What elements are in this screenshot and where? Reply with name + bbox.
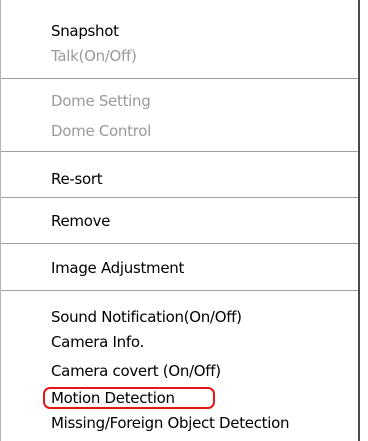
menu-item-re-sort[interactable]: Re-sort: [51, 167, 103, 191]
menu-item-dome-setting: Dome Setting: [51, 92, 151, 110]
menu-separator: [1, 151, 358, 152]
menu-item-motion-detection[interactable]: Motion Detection: [51, 386, 175, 410]
menu-item-image-adjustment[interactable]: Image Adjustment: [51, 256, 184, 280]
context-menu: Snapshot Talk(On/Off) Dome Setting Dome …: [0, 0, 360, 441]
menu-item-talk: Talk(On/Off): [51, 47, 137, 65]
menu-item-camera-covert[interactable]: Camera covert (On/Off): [51, 359, 221, 383]
menu-item-missing-foreign-object-detection[interactable]: Missing/Foreign Object Detection: [51, 411, 289, 435]
menu-separator: [1, 78, 358, 79]
menu-separator: [1, 243, 358, 244]
menu-item-remove[interactable]: Remove: [51, 209, 110, 233]
menu-separator: [1, 197, 358, 198]
menu-item-camera-info[interactable]: Camera Info.: [51, 330, 144, 354]
menu-item-snapshot[interactable]: Snapshot: [51, 19, 119, 43]
menu-item-sound-notification[interactable]: Sound Notification(On/Off): [51, 305, 242, 329]
menu-separator: [1, 290, 358, 291]
menu-item-dome-control: Dome Control: [51, 122, 151, 140]
